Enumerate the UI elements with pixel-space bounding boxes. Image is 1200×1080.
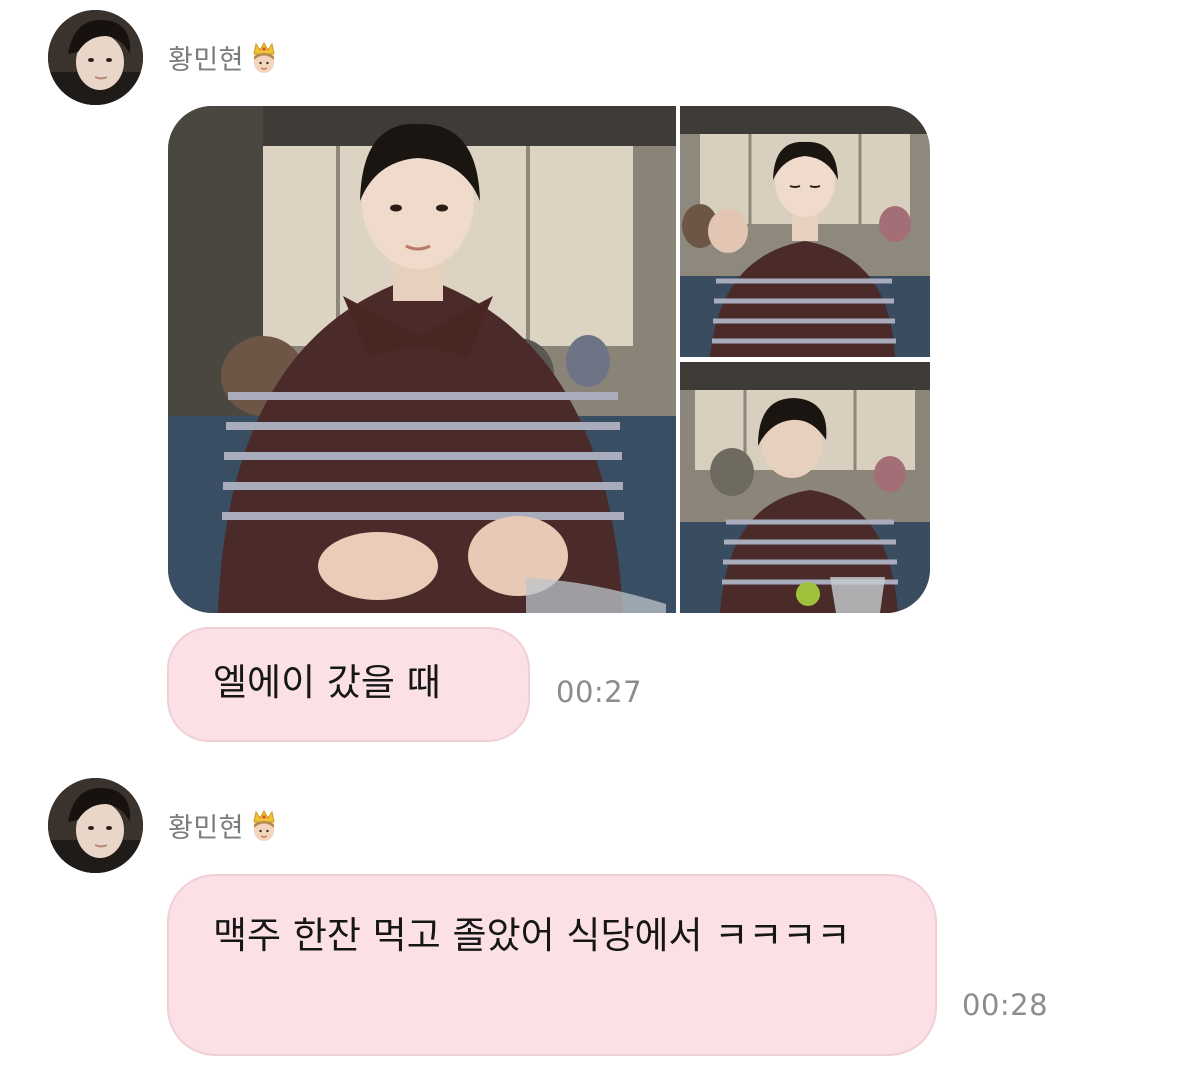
- message-timestamp: 00:27: [556, 675, 643, 709]
- sender-row: 황민현: [168, 38, 278, 77]
- sender-name: 황민현: [168, 813, 245, 844]
- crown-prince-icon: [250, 809, 278, 843]
- avatar-photo: [48, 778, 143, 873]
- photo-thumbnail-1[interactable]: [168, 106, 676, 613]
- sender-name: 황민현: [168, 45, 245, 76]
- avatar[interactable]: [48, 10, 143, 105]
- message-text: 엘에이 갔을 때: [213, 661, 441, 704]
- message-timestamp: 00:28: [962, 988, 1049, 1022]
- photo-album: [168, 106, 930, 613]
- message-text: 맥주 한잔 먹고 졸았어 식당에서 ㅋㅋㅋㅋ: [213, 914, 851, 957]
- photo-thumbnail-3[interactable]: [680, 362, 930, 613]
- sender-row: 황민현: [168, 806, 278, 845]
- crown-prince-icon: [250, 41, 278, 75]
- message-bubble[interactable]: 맥주 한잔 먹고 졸았어 식당에서 ㅋㅋㅋㅋ: [167, 874, 937, 1056]
- photo-thumbnail-2[interactable]: [680, 106, 930, 357]
- avatar[interactable]: [48, 778, 143, 873]
- avatar-photo: [48, 10, 143, 105]
- message-bubble[interactable]: 엘에이 갔을 때: [167, 627, 530, 742]
